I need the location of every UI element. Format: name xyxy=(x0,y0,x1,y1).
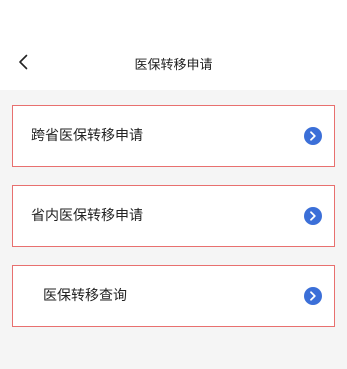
menu-item-cross-province-transfer[interactable]: 跨省医保转移申请 xyxy=(12,105,335,167)
menu-item-label: 省内医保转移申请 xyxy=(31,208,143,224)
menu-item-in-province-transfer[interactable]: 省内医保转移申请 xyxy=(12,185,335,247)
header-bar: 医保转移申请 xyxy=(0,0,347,90)
menu-list: 跨省医保转移申请 省内医保转移申请 医保转移查询 xyxy=(0,90,347,369)
chevron-right-circle-icon xyxy=(304,127,322,145)
menu-item-label: 跨省医保转移申请 xyxy=(31,128,143,144)
menu-item-transfer-query[interactable]: 医保转移查询 xyxy=(12,265,335,327)
page-title: 医保转移申请 xyxy=(134,58,213,73)
chevron-right-circle-icon xyxy=(304,207,322,225)
chevron-right-circle-icon xyxy=(304,287,322,305)
menu-item-label: 医保转移查询 xyxy=(43,288,127,304)
